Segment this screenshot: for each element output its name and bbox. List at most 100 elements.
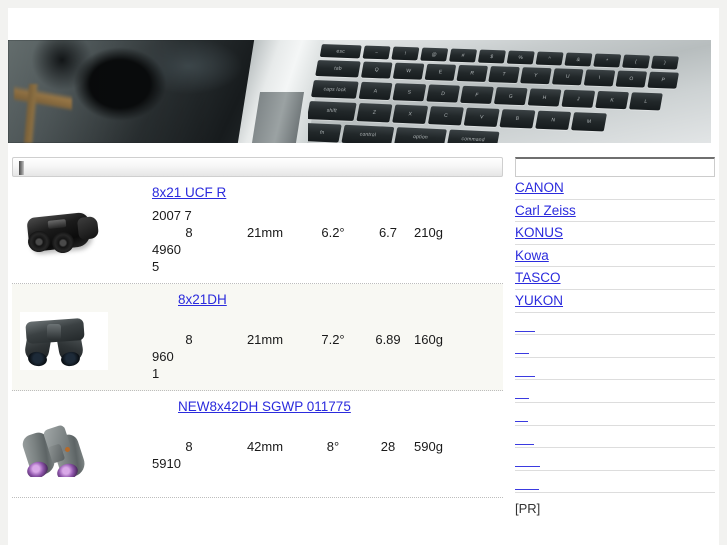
sidebar-link-tasco[interactable]: TASCO bbox=[515, 270, 561, 285]
keyboard-key: W bbox=[392, 62, 425, 80]
sidebar: CANON Carl Zeiss KONUS Kowa TASCO YUKON [PR] bbox=[515, 157, 715, 516]
sidebar-list-item: Carl Zeiss bbox=[515, 200, 715, 223]
sidebar-link-unrendered[interactable] bbox=[515, 430, 534, 445]
binocular-badge bbox=[65, 447, 70, 452]
sidebar-search-box[interactable] bbox=[515, 157, 715, 177]
keyboard-key: * bbox=[593, 53, 622, 68]
sidebar-link-unrendered[interactable] bbox=[515, 362, 535, 377]
keyboard-key: $ bbox=[477, 49, 506, 64]
product-thumbnail-cell bbox=[12, 205, 152, 263]
sidebar-link-unrendered[interactable] bbox=[515, 339, 529, 355]
keyboard-key: V bbox=[463, 107, 500, 127]
keyboard-key: L bbox=[628, 92, 663, 111]
keyboard-key: ) bbox=[650, 55, 680, 70]
sidebar-link-carl-zeiss[interactable]: Carl Zeiss bbox=[515, 203, 576, 218]
product-thumbnail[interactable] bbox=[20, 419, 108, 477]
sidebar-list-item bbox=[515, 358, 715, 381]
product-title-link[interactable]: NEW8x42DH SGWP 011775 bbox=[178, 399, 351, 414]
product-spec-objective: 21mm bbox=[246, 332, 284, 347]
keyboard-key: N bbox=[535, 110, 572, 130]
product-spec-line-4: 1 bbox=[152, 366, 160, 381]
page-frame: esc ~! @ # $% ^ & *() tab Q W E R T Y U I O Pcaps lock A S D F… bbox=[8, 8, 719, 545]
product-title-link[interactable]: 8x21 UCF R bbox=[152, 185, 226, 200]
keyboard-key: X bbox=[392, 104, 429, 124]
product-spec-line-4 bbox=[152, 472, 503, 489]
keyboard-key: option bbox=[393, 127, 447, 143]
product-spec-cell: 8 21mm 7.2° 6.89 160g 960 1 bbox=[152, 312, 503, 382]
product-spec-objective: 21mm bbox=[246, 225, 284, 240]
sidebar-link-canon[interactable]: CANON bbox=[515, 180, 564, 195]
product-spec-line-3: 960 bbox=[152, 349, 174, 364]
pr-label: [PR] bbox=[515, 501, 541, 517]
product-title: NEW8x42DH SGWP 011775 bbox=[12, 397, 503, 417]
product-spec-line-2: 8 21mm 6.2° 6.7 210g bbox=[152, 224, 503, 241]
product-spec-line-4: 5 bbox=[152, 259, 160, 274]
sidebar-list-item bbox=[515, 380, 715, 403]
sidebar-list-item: Kowa bbox=[515, 245, 715, 268]
sidebar-link-yukon[interactable]: YUKON bbox=[515, 293, 563, 308]
keyboard-key: @ bbox=[420, 47, 449, 62]
sidebar-list-item bbox=[515, 448, 715, 471]
sidebar-link-unrendered[interactable] bbox=[515, 317, 535, 332]
sidebar-link-unrendered[interactable] bbox=[515, 407, 528, 422]
product-spec-cell: 2007 7 8 21mm 6.2° 6.7 210g 4960 5 bbox=[152, 205, 503, 275]
keyboard-key: # bbox=[449, 48, 478, 63]
keyboard-key: M bbox=[570, 112, 607, 132]
product-spec-cell: 8 42mm 8° 28 590g 5910 bbox=[152, 419, 503, 489]
product-spec-eye-relief: 6.7 bbox=[378, 225, 398, 240]
keyboard-key: K bbox=[595, 90, 630, 110]
product-spec-line-2: 8 21mm 7.2° 6.89 160g bbox=[152, 331, 503, 348]
section-heading-bar bbox=[12, 157, 503, 177]
keyboard-key: D bbox=[426, 84, 461, 103]
product-thumbnail[interactable] bbox=[20, 312, 108, 370]
product-spec-line-1: 2007 7 bbox=[152, 208, 192, 223]
keyboard-key: ^ bbox=[535, 51, 564, 66]
sidebar-link-unrendered[interactable] bbox=[515, 452, 540, 468]
product-spec-magnification: 8 bbox=[185, 225, 193, 240]
keyboard-key: command bbox=[446, 129, 500, 143]
main-column: 8x21 UCF R 2007 7 8 21mm 6.2° 6.7 210g 4960 5 8x2… bbox=[12, 157, 503, 498]
keyboard-key: B bbox=[499, 109, 536, 129]
keyboard-key: A bbox=[358, 81, 393, 101]
keyboard-key: C bbox=[427, 106, 464, 126]
product-thumbnail-cell bbox=[12, 419, 152, 477]
product-thumbnail[interactable] bbox=[20, 205, 108, 263]
banner-laptop-hinge bbox=[251, 92, 305, 143]
product-row: 8x21 UCF R 2007 7 8 21mm 6.2° 6.7 210g 4960 5 bbox=[12, 177, 503, 284]
keyboard-key: Q bbox=[360, 61, 393, 79]
keyboard-key: control bbox=[341, 124, 395, 143]
sidebar-link-konus[interactable]: KONUS bbox=[515, 225, 563, 240]
product-title: 8x21 UCF R bbox=[12, 183, 503, 203]
product-spec-magnification: 8 bbox=[185, 332, 193, 347]
keyboard-row: fn control option command bbox=[308, 123, 500, 143]
keyboard-key: T bbox=[488, 66, 520, 84]
keyboard-key: I bbox=[583, 69, 616, 87]
product-spec-weight: 210g bbox=[414, 225, 443, 240]
product-list: 8x21 UCF R 2007 7 8 21mm 6.2° 6.7 210g 4960 5 8x2… bbox=[12, 177, 503, 498]
banner-photo: esc ~! @ # $% ^ & *() tab Q W E R T Y U I O Pcaps lock A S D F… bbox=[8, 40, 711, 143]
product-spec-field-of-view: 7.2° bbox=[321, 332, 345, 347]
sidebar-link-kowa[interactable]: Kowa bbox=[515, 248, 549, 263]
sidebar-list-item: YUKON bbox=[515, 290, 715, 313]
product-inner: 8 21mm 7.2° 6.89 160g 960 1 bbox=[12, 312, 503, 382]
banner-chair-region bbox=[14, 84, 72, 143]
sidebar-list-item: TASCO bbox=[515, 267, 715, 290]
keyboard-key: shift bbox=[308, 101, 357, 121]
sidebar-link-unrendered[interactable] bbox=[515, 384, 529, 400]
product-spec-field-of-view: 8° bbox=[326, 439, 340, 454]
sidebar-brand-list: CANON Carl Zeiss KONUS Kowa TASCO YUKON bbox=[515, 177, 715, 494]
product-spec-eye-relief: 6.89 bbox=[375, 332, 401, 347]
keyboard-key: R bbox=[456, 64, 489, 82]
sidebar-list-item bbox=[515, 335, 715, 358]
binocular-bridge bbox=[47, 324, 61, 340]
keyboard-key: H bbox=[527, 88, 562, 107]
keyboard-key: tab bbox=[315, 60, 361, 78]
product-spec-weight: 590g bbox=[414, 439, 443, 454]
product-title-link[interactable]: 8x21DH bbox=[178, 292, 227, 307]
product-spec-field-of-view: 6.2° bbox=[321, 225, 345, 240]
product-spec-line-1 bbox=[152, 421, 503, 438]
banner-keyboard: esc ~! @ # $% ^ & *() tab Q W E R T Y U I O Pcaps lock A S D F… bbox=[308, 40, 711, 143]
keyboard-key: Y bbox=[520, 67, 552, 85]
sidebar-link-unrendered[interactable] bbox=[515, 475, 539, 490]
keyboard-key: esc bbox=[319, 44, 362, 59]
